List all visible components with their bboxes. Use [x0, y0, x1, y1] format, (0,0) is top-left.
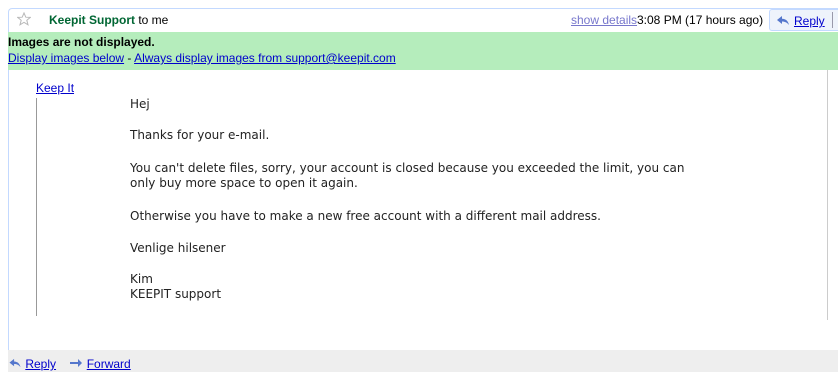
message-header: Keepit Support to me show details 3:08 P… — [8, 8, 838, 32]
star-icon[interactable] — [17, 12, 31, 26]
signature-team: KEEPIT support — [130, 287, 222, 301]
footer-forward-link[interactable]: Forward — [87, 357, 131, 371]
recipient-text: to me — [138, 13, 169, 27]
images-not-displayed-banner: Images are not displayed. Display images… — [8, 32, 838, 70]
keepit-image-link[interactable]: Keep It — [36, 81, 74, 95]
reply-button-divider — [832, 12, 833, 28]
footer-reply-link[interactable]: Reply — [25, 357, 56, 371]
reply-button-label: Reply — [794, 14, 825, 28]
reply-icon — [9, 358, 21, 368]
always-display-images-link[interactable]: Always display images from support@keepi… — [134, 51, 396, 65]
closing: Venlige hilsener — [130, 241, 226, 255]
reply-button[interactable]: Reply ▼ — [769, 9, 838, 31]
footer-actions: Reply Forward — [8, 357, 141, 371]
paragraph-1-line-2: only buy more space to open it again. — [130, 176, 358, 190]
show-details-link[interactable]: show details — [571, 13, 637, 27]
banner-separator: - — [124, 51, 135, 65]
sender-line: Keepit Support to me — [49, 13, 168, 27]
thanks-line: Thanks for your e-mail. — [130, 128, 270, 142]
display-images-below-link[interactable]: Display images below — [8, 51, 124, 65]
message-time: 3:08 PM (17 hours ago) — [637, 13, 764, 27]
forward-icon — [70, 359, 83, 367]
signature-name: Kim — [130, 272, 153, 286]
reply-arrow-icon — [777, 16, 789, 25]
quote-bar — [36, 98, 37, 316]
banner-title: Images are not displayed. — [8, 35, 155, 49]
banner-links: Display images below - Always display im… — [8, 51, 396, 65]
paragraph-2: Otherwise you have to make a new free ac… — [130, 209, 601, 223]
greeting: Hej — [130, 97, 150, 111]
sender-name[interactable]: Keepit Support — [49, 13, 135, 27]
paragraph-1-line-1: You can't delete files, sorry, your acco… — [130, 161, 685, 175]
right-divider — [827, 70, 828, 320]
